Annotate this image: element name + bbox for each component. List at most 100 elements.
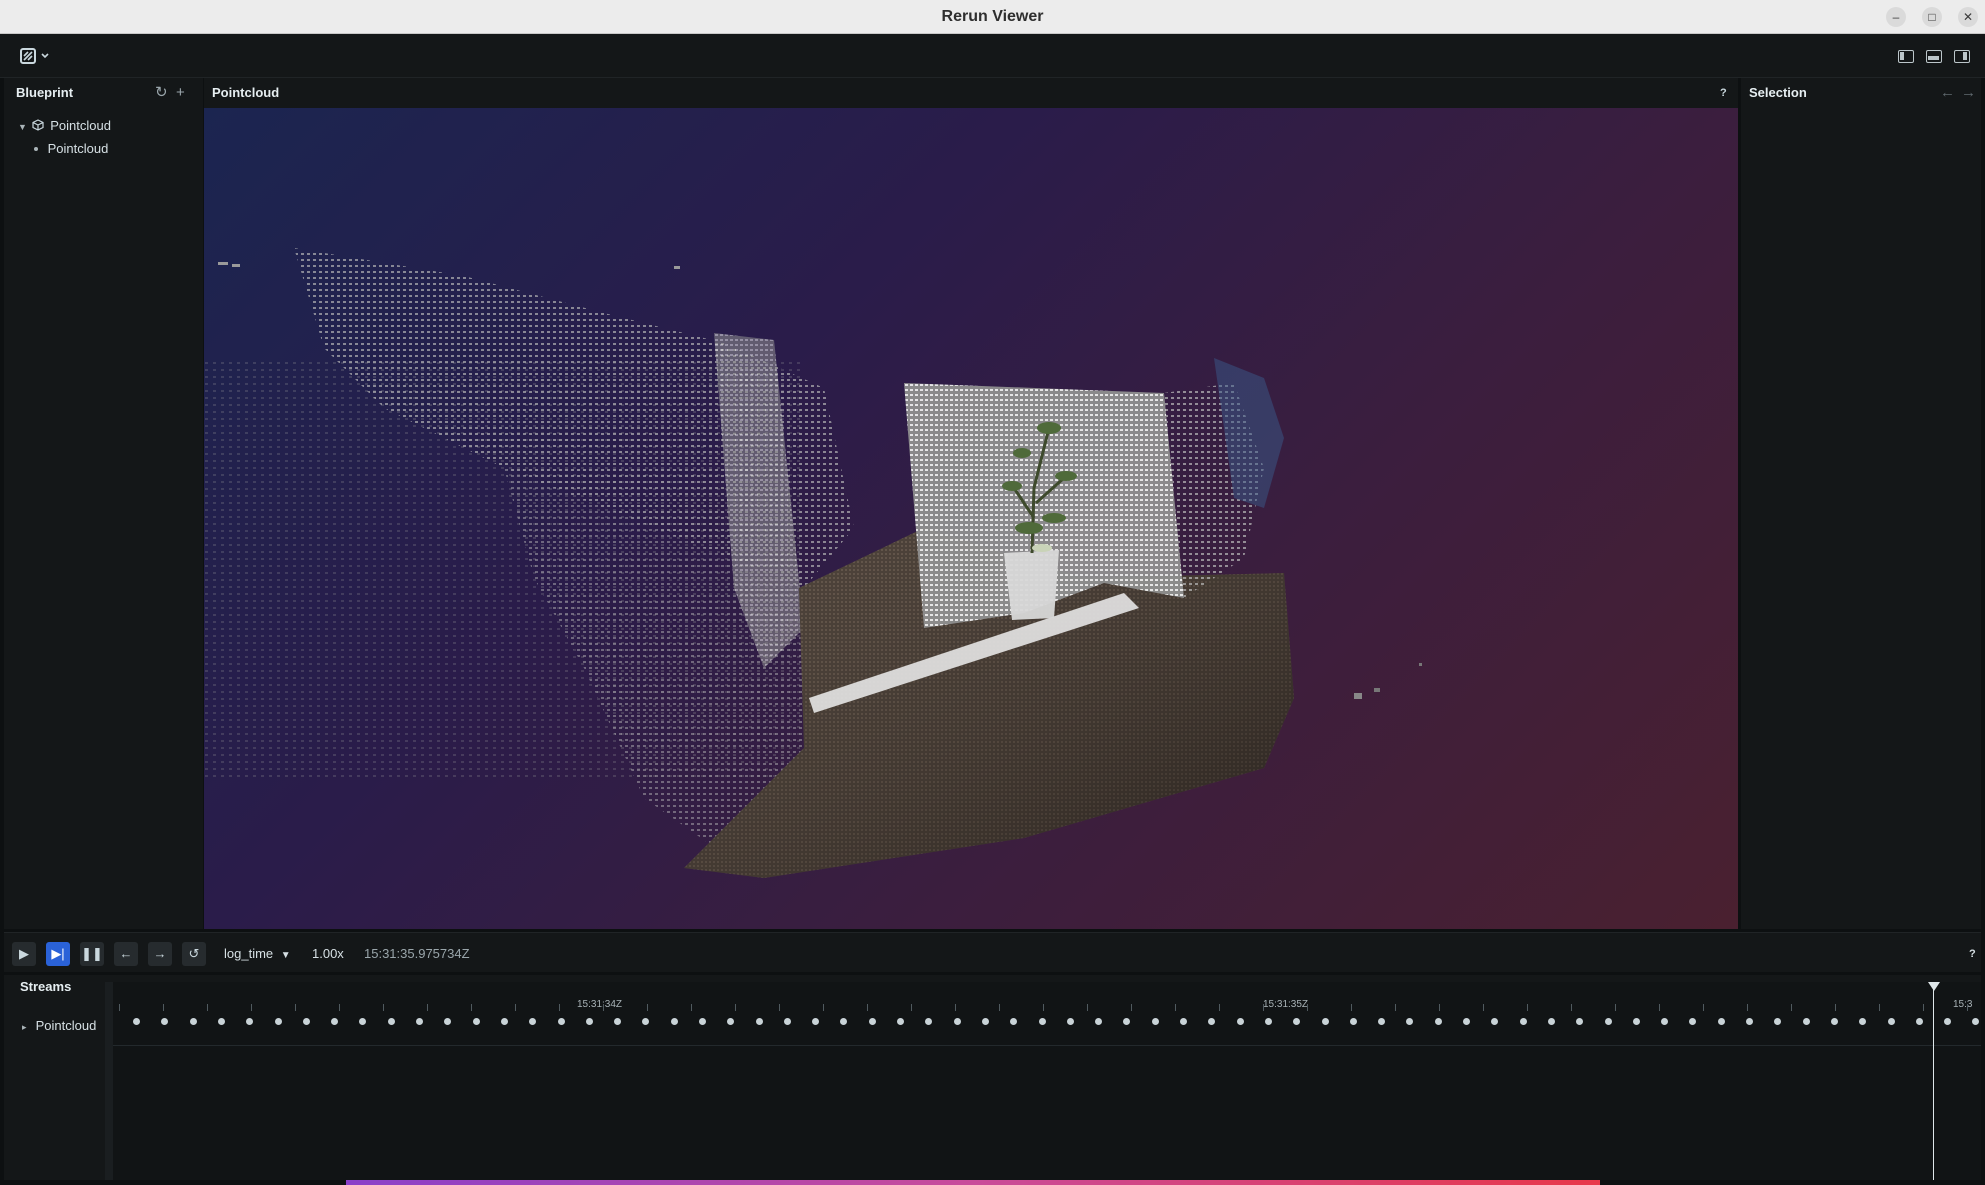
event-dot[interactable] <box>444 1018 451 1025</box>
event-dot[interactable] <box>954 1018 961 1025</box>
event-dot[interactable] <box>161 1018 168 1025</box>
event-dot[interactable] <box>1095 1018 1102 1025</box>
event-dot[interactable] <box>1718 1018 1725 1025</box>
event-dot[interactable] <box>1859 1018 1866 1025</box>
event-dot[interactable] <box>1435 1018 1442 1025</box>
ruler-tick <box>1483 1004 1484 1011</box>
event-dot[interactable] <box>133 1018 140 1025</box>
event-dot[interactable] <box>246 1018 253 1025</box>
event-dot[interactable] <box>1152 1018 1159 1025</box>
blueprint-tree-item-entity[interactable]: Pointcloud <box>32 138 108 160</box>
timeline-area[interactable]: 15:31:34Z 15:31:35Z 15:3 <box>105 982 1981 1180</box>
stream-row-pointcloud[interactable]: ▸ Pointcloud <box>22 1015 96 1037</box>
back-arrow-icon[interactable]: ← <box>1940 78 1955 108</box>
event-dot[interactable] <box>1520 1018 1527 1025</box>
event-dot[interactable] <box>303 1018 310 1025</box>
toggle-left-panel-icon[interactable] <box>1898 50 1914 63</box>
event-dot[interactable] <box>331 1018 338 1025</box>
event-dot[interactable] <box>812 1018 819 1025</box>
event-dot[interactable] <box>1746 1018 1753 1025</box>
event-dot[interactable] <box>586 1018 593 1025</box>
event-dot[interactable] <box>869 1018 876 1025</box>
event-dot[interactable] <box>1208 1018 1215 1025</box>
current-time[interactable]: 15:31:35.975734Z <box>364 942 470 966</box>
event-dot[interactable] <box>925 1018 932 1025</box>
step-forward-icon[interactable]: → <box>148 942 172 966</box>
event-dot[interactable] <box>1039 1018 1046 1025</box>
timeline-selector[interactable]: log_time ▼ <box>224 942 291 966</box>
event-dot[interactable] <box>642 1018 649 1025</box>
expand-arrow-icon[interactable]: ▸ <box>22 1016 32 1038</box>
playhead-handle[interactable] <box>1928 982 1940 991</box>
event-dot[interactable] <box>1322 1018 1329 1025</box>
event-dot[interactable] <box>558 1018 565 1025</box>
event-dot[interactable] <box>473 1018 480 1025</box>
ruler-tick <box>1131 1004 1132 1011</box>
toggle-bottom-panel-icon[interactable] <box>1926 50 1942 63</box>
pause-icon[interactable]: ❚❚ <box>80 942 104 966</box>
event-dot[interactable] <box>756 1018 763 1025</box>
event-dot[interactable] <box>1463 1018 1470 1025</box>
event-dot[interactable] <box>275 1018 282 1025</box>
toggle-right-panel-icon[interactable] <box>1954 50 1970 63</box>
event-dot[interactable] <box>1803 1018 1810 1025</box>
event-dot[interactable] <box>614 1018 621 1025</box>
event-dot[interactable] <box>840 1018 847 1025</box>
event-dot[interactable] <box>671 1018 678 1025</box>
event-dot[interactable] <box>1689 1018 1696 1025</box>
event-dot[interactable] <box>1548 1018 1555 1025</box>
event-dot[interactable] <box>1633 1018 1640 1025</box>
event-dot[interactable] <box>190 1018 197 1025</box>
event-dot[interactable] <box>1010 1018 1017 1025</box>
rerun-logo-icon[interactable] <box>20 46 52 66</box>
event-dot[interactable] <box>1774 1018 1781 1025</box>
event-dot[interactable] <box>1605 1018 1612 1025</box>
event-dot[interactable] <box>1378 1018 1385 1025</box>
event-dot[interactable] <box>1406 1018 1413 1025</box>
help-icon[interactable]: ? <box>1969 942 1976 966</box>
event-dot[interactable] <box>1123 1018 1130 1025</box>
forward-arrow-icon[interactable]: → <box>1961 78 1976 108</box>
blueprint-tree-item-spaceview[interactable]: ▼ Pointcloud <box>18 115 111 137</box>
event-dot[interactable] <box>218 1018 225 1025</box>
pointcloud-scene[interactable] <box>204 108 1738 929</box>
event-dot[interactable] <box>699 1018 706 1025</box>
help-icon[interactable]: ? <box>1720 78 1727 108</box>
event-dot[interactable] <box>1491 1018 1498 1025</box>
follow-icon[interactable]: ▶| <box>46 942 70 966</box>
event-dot[interactable] <box>529 1018 536 1025</box>
loop-icon[interactable]: ↺ <box>182 942 206 966</box>
event-dot[interactable] <box>501 1018 508 1025</box>
maximize-button[interactable]: □ <box>1922 7 1942 27</box>
event-dot[interactable] <box>1576 1018 1583 1025</box>
close-button[interactable]: ✕ <box>1958 7 1978 27</box>
event-dot[interactable] <box>1067 1018 1074 1025</box>
playback-speed[interactable]: 1.00x <box>312 942 344 966</box>
event-dot[interactable] <box>1350 1018 1357 1025</box>
event-dot[interactable] <box>1293 1018 1300 1025</box>
event-dot[interactable] <box>388 1018 395 1025</box>
minimize-button[interactable]: ‒ <box>1886 7 1906 27</box>
3d-viewport[interactable] <box>204 108 1738 929</box>
play-icon[interactable]: ▶ <box>12 942 36 966</box>
event-dot[interactable] <box>1944 1018 1951 1025</box>
event-dot[interactable] <box>359 1018 366 1025</box>
event-dot[interactable] <box>1888 1018 1895 1025</box>
event-dot[interactable] <box>1916 1018 1923 1025</box>
event-dot[interactable] <box>1661 1018 1668 1025</box>
event-dot[interactable] <box>897 1018 904 1025</box>
step-back-icon[interactable]: ← <box>114 942 138 966</box>
event-dot[interactable] <box>727 1018 734 1025</box>
event-dot[interactable] <box>1972 1018 1979 1025</box>
event-dot[interactable] <box>784 1018 791 1025</box>
event-dot[interactable] <box>1265 1018 1272 1025</box>
expand-arrow-icon[interactable]: ▼ <box>18 116 28 138</box>
reset-icon[interactable]: ↻ <box>155 78 168 108</box>
event-dot[interactable] <box>1180 1018 1187 1025</box>
event-dot[interactable] <box>416 1018 423 1025</box>
add-icon[interactable]: + <box>176 78 185 108</box>
event-dot[interactable] <box>1831 1018 1838 1025</box>
event-dot[interactable] <box>1237 1018 1244 1025</box>
event-dot[interactable] <box>982 1018 989 1025</box>
playhead[interactable] <box>1933 982 1934 1180</box>
